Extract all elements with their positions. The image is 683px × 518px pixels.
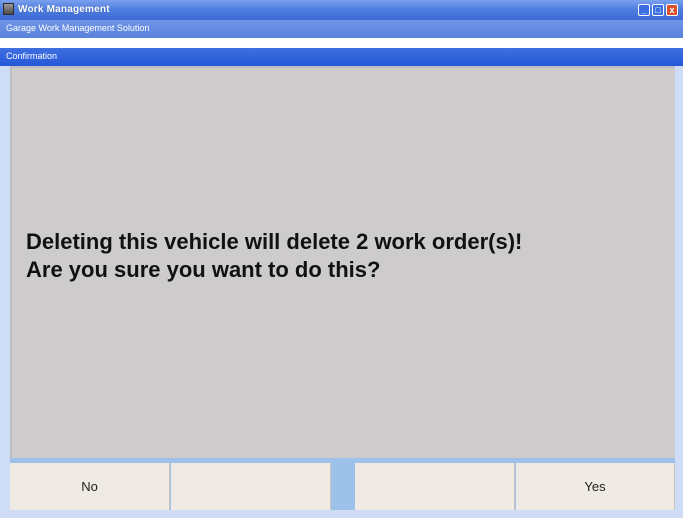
title-bar: Work Management _ □ x xyxy=(0,0,683,20)
app-subtitle-bar: Garage Work Management Solution xyxy=(0,20,683,38)
button-bar: No Yes xyxy=(10,458,675,510)
header-divider xyxy=(0,38,683,48)
message-line-2: Are you sure you want to do this? xyxy=(26,257,381,282)
minimize-button[interactable]: _ xyxy=(638,4,650,16)
application-window: Work Management _ □ x Garage Work Manage… xyxy=(0,0,683,518)
no-button[interactable]: No xyxy=(10,463,170,510)
empty-button-3[interactable] xyxy=(355,463,515,510)
left-frame xyxy=(0,66,10,518)
right-frame xyxy=(675,66,683,518)
close-button[interactable]: x xyxy=(666,4,678,16)
message-line-1: Deleting this vehicle will delete 2 work… xyxy=(26,229,523,254)
bottom-frame xyxy=(0,510,683,518)
app-subtitle: Garage Work Management Solution xyxy=(6,23,150,33)
empty-button-2[interactable] xyxy=(171,463,331,510)
dialog-content: Deleting this vehicle will delete 2 work… xyxy=(10,66,675,458)
maximize-button[interactable]: □ xyxy=(652,4,664,16)
yes-button[interactable]: Yes xyxy=(516,463,675,510)
dialog-header-bar: Confirmation xyxy=(0,48,683,66)
app-icon xyxy=(3,3,14,15)
dialog-title: Confirmation xyxy=(6,51,58,61)
window-title: Work Management xyxy=(18,4,110,15)
confirmation-message: Deleting this vehicle will delete 2 work… xyxy=(26,228,666,284)
